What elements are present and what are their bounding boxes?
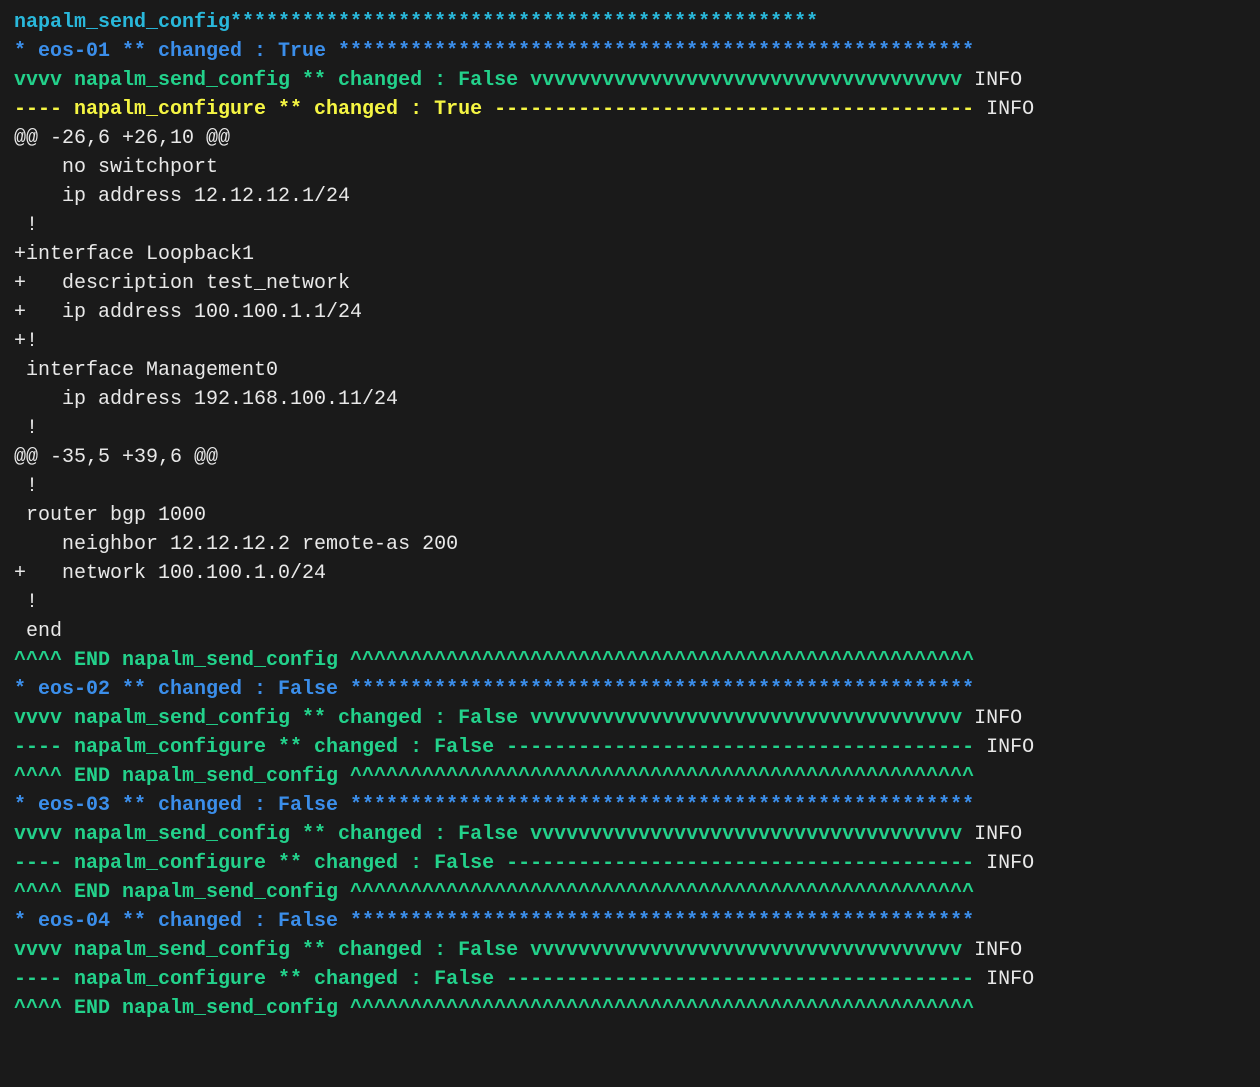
terminal-line: napalm_send_config**********************… [14,8,1246,37]
terminal-span: +interface Loopback1 [14,243,254,266]
terminal-span: vvvv napalm_send_config ** changed : Fal… [14,823,974,846]
terminal-span: ip address 12.12.12.1/24 [14,185,350,208]
terminal-span: vvvv napalm_send_config ** changed : Fal… [14,69,974,92]
terminal-span: napalm_send_config**********************… [14,11,818,34]
terminal-line: ^^^^ END napalm_send_config ^^^^^^^^^^^^… [14,762,1246,791]
terminal-span: ^^^^ END napalm_send_config ^^^^^^^^^^^^… [14,765,974,788]
terminal-span: INFO [974,939,1022,962]
terminal-line: ^^^^ END napalm_send_config ^^^^^^^^^^^^… [14,994,1246,1023]
terminal-line: + ip address 100.100.1.1/24 [14,298,1246,327]
terminal-span: no switchport [14,156,218,179]
terminal-span: INFO [974,823,1022,846]
terminal-span: @@ -35,5 +39,6 @@ [14,446,218,469]
terminal-span: vvvv napalm_send_config ** changed : Fal… [14,939,974,962]
terminal-span: ^^^^ END napalm_send_config ^^^^^^^^^^^^… [14,649,974,672]
terminal-span: ^^^^ END napalm_send_config ^^^^^^^^^^^^… [14,881,974,904]
terminal-line: end [14,617,1246,646]
terminal-line: +! [14,327,1246,356]
terminal-span: neighbor 12.12.12.2 remote-as 200 [14,533,458,556]
terminal-line: * eos-04 ** changed : False ************… [14,907,1246,936]
terminal-span: ! [14,417,38,440]
terminal-span: ---- napalm_configure ** changed : False… [14,736,986,759]
terminal-line: vvvv napalm_send_config ** changed : Fal… [14,820,1246,849]
terminal-span: @@ -26,6 +26,10 @@ [14,127,230,150]
terminal-span: + description test_network [14,272,350,295]
terminal-line: ---- napalm_configure ** changed : False… [14,965,1246,994]
terminal-line: ! [14,472,1246,501]
terminal-span: ! [14,475,38,498]
terminal-span: INFO [974,69,1022,92]
terminal-span: * eos-02 ** changed : False ************… [14,678,974,701]
terminal-span: interface Management0 [14,359,278,382]
terminal-span: ! [14,214,38,237]
terminal-line: @@ -35,5 +39,6 @@ [14,443,1246,472]
terminal-span: vvvv napalm_send_config ** changed : Fal… [14,707,974,730]
terminal-span: + ip address 100.100.1.1/24 [14,301,362,324]
terminal-span: INFO [986,98,1034,121]
terminal-line: ^^^^ END napalm_send_config ^^^^^^^^^^^^… [14,878,1246,907]
terminal-span: +! [14,330,38,353]
terminal-line: ip address 192.168.100.11/24 [14,385,1246,414]
terminal-span: ip address 192.168.100.11/24 [14,388,398,411]
terminal-line: ---- napalm_configure ** changed : False… [14,733,1246,762]
terminal-line: + description test_network [14,269,1246,298]
terminal-line: ---- napalm_configure ** changed : False… [14,849,1246,878]
terminal-span: INFO [986,736,1034,759]
terminal-span: ---- napalm_configure ** changed : False… [14,968,986,991]
terminal-line: neighbor 12.12.12.2 remote-as 200 [14,530,1246,559]
terminal-line: ip address 12.12.12.1/24 [14,182,1246,211]
terminal-line: ---- napalm_configure ** changed : True … [14,95,1246,124]
terminal-span: * eos-03 ** changed : False ************… [14,794,974,817]
terminal-line: interface Management0 [14,356,1246,385]
terminal-line: no switchport [14,153,1246,182]
terminal-line: ! [14,414,1246,443]
terminal-line: router bgp 1000 [14,501,1246,530]
terminal-span: * eos-04 ** changed : False ************… [14,910,974,933]
terminal-line: ! [14,588,1246,617]
terminal-line: * eos-02 ** changed : False ************… [14,675,1246,704]
terminal-span: ---- napalm_configure ** changed : True … [14,98,986,121]
terminal-line: vvvv napalm_send_config ** changed : Fal… [14,936,1246,965]
terminal-line: ^^^^ END napalm_send_config ^^^^^^^^^^^^… [14,646,1246,675]
terminal-line: +interface Loopback1 [14,240,1246,269]
terminal-line: + network 100.100.1.0/24 [14,559,1246,588]
terminal-span: router bgp 1000 [14,504,206,527]
terminal-line: @@ -26,6 +26,10 @@ [14,124,1246,153]
terminal-line: vvvv napalm_send_config ** changed : Fal… [14,704,1246,733]
terminal-output: napalm_send_config**********************… [0,0,1260,1035]
terminal-span: INFO [986,968,1034,991]
terminal-line: vvvv napalm_send_config ** changed : Fal… [14,66,1246,95]
terminal-line: * eos-03 ** changed : False ************… [14,791,1246,820]
terminal-span: ! [14,591,38,614]
terminal-span: INFO [986,852,1034,875]
terminal-span: + network 100.100.1.0/24 [14,562,326,585]
terminal-span: INFO [974,707,1022,730]
terminal-span: ^^^^ END napalm_send_config ^^^^^^^^^^^^… [14,997,974,1020]
terminal-span: * eos-01 ** changed : True *************… [14,40,974,63]
terminal-span: ---- napalm_configure ** changed : False… [14,852,986,875]
terminal-line: * eos-01 ** changed : True *************… [14,37,1246,66]
terminal-line: ! [14,211,1246,240]
terminal-span: end [14,620,62,643]
